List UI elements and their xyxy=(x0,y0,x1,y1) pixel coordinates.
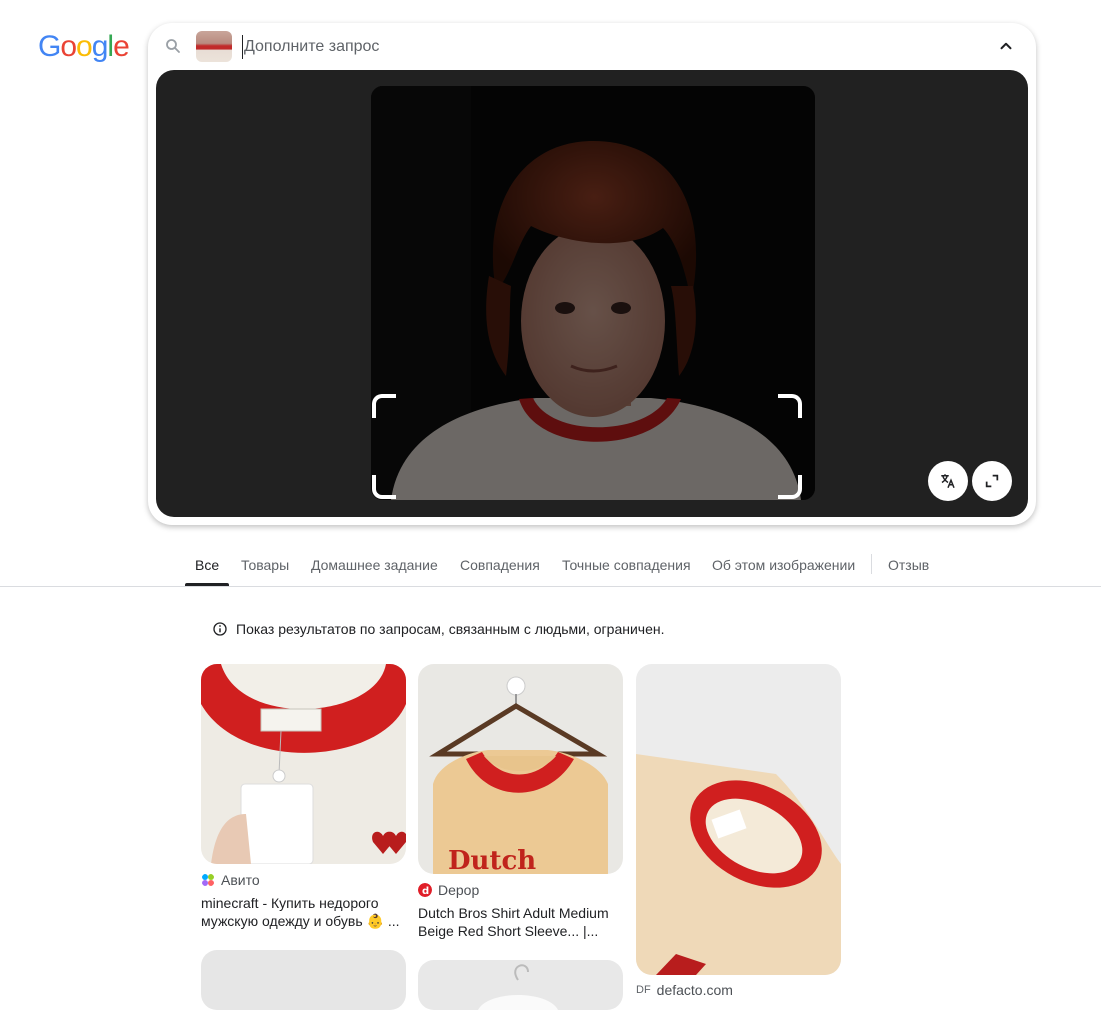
result-image-row2-2[interactable] xyxy=(418,960,623,1010)
tab-matches[interactable]: Совпадения xyxy=(460,557,540,573)
image-viewer xyxy=(156,70,1028,517)
query-image-thumbnail[interactable] xyxy=(196,31,232,62)
search-bar xyxy=(148,23,1036,69)
crop-handle-bottom-left[interactable] xyxy=(372,475,396,499)
result-title[interactable]: Dutch Bros Shirt Adult Medium Beige Red … xyxy=(418,904,623,940)
result-tabs: Все Товары Домашнее задание Совпадения Т… xyxy=(0,545,1101,587)
crop-handle-top-right[interactable] xyxy=(778,394,802,418)
search-card xyxy=(148,23,1036,525)
crop-selection[interactable] xyxy=(371,413,815,500)
search-icon[interactable] xyxy=(164,37,182,55)
result-image[interactable] xyxy=(201,664,406,864)
result-image-row2-1[interactable] xyxy=(201,950,406,1010)
query-photo xyxy=(371,86,815,500)
fullscreen-button[interactable] xyxy=(972,461,1012,501)
defacto-favicon-icon: DF xyxy=(636,984,651,996)
avito-favicon-icon xyxy=(202,874,214,886)
chevron-up-icon[interactable] xyxy=(996,37,1016,55)
tab-feedback[interactable]: Отзыв xyxy=(888,557,929,573)
result-image[interactable]: Dutch xyxy=(418,664,623,874)
expand-icon xyxy=(985,474,999,488)
search-input[interactable] xyxy=(242,35,942,59)
info-icon[interactable] xyxy=(212,621,228,637)
crop-handle-top-left[interactable] xyxy=(372,394,396,418)
result-title[interactable]: minecraft - Купить недорого мужскую одеж… xyxy=(201,894,406,930)
result-image[interactable] xyxy=(636,664,841,975)
tab-products[interactable]: Товары xyxy=(241,557,289,573)
result-card-2[interactable]: Dutch d Depop Dutch Bros Shirt Adult Med… xyxy=(418,664,623,944)
google-logo[interactable]: Google xyxy=(38,30,130,64)
result-source[interactable]: DF defacto.com xyxy=(636,982,733,998)
active-tab-indicator xyxy=(185,583,229,586)
translate-icon xyxy=(941,474,955,489)
result-source[interactable]: Авито xyxy=(201,872,260,888)
tab-divider xyxy=(871,554,872,574)
people-results-notice: Показ результатов по запросам, связанным… xyxy=(212,620,664,638)
crop-handle-bottom-right[interactable] xyxy=(778,475,802,499)
result-card-3[interactable]: DF defacto.com xyxy=(636,664,841,1002)
svg-text:d: d xyxy=(422,886,429,897)
tab-about-image[interactable]: Об этом изображении xyxy=(712,557,855,573)
svg-text:Dutch: Dutch xyxy=(448,846,536,874)
tab-homework[interactable]: Домашнее задание xyxy=(311,557,438,573)
result-card-1[interactable]: Авито minecraft - Купить недорого мужску… xyxy=(201,664,406,934)
depop-favicon-icon: d xyxy=(418,883,432,897)
translate-button[interactable] xyxy=(928,461,968,501)
tab-all[interactable]: Все xyxy=(195,557,219,573)
tab-exact-matches[interactable]: Точные совпадения xyxy=(562,557,691,573)
notice-text: Показ результатов по запросам, связанным… xyxy=(236,621,665,637)
result-source[interactable]: d Depop xyxy=(418,882,479,898)
